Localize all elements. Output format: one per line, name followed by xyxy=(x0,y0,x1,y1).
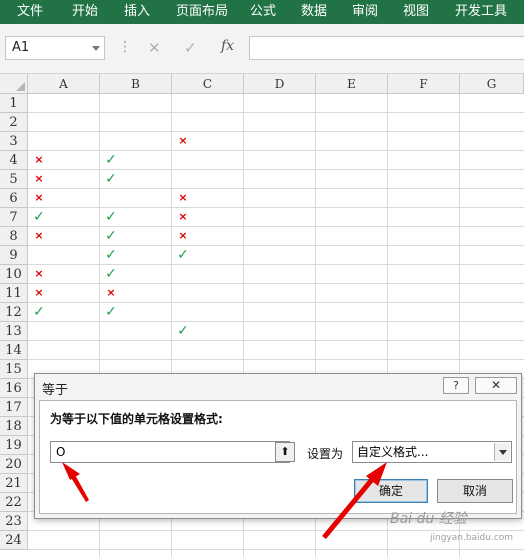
tab-home[interactable]: 开始 xyxy=(72,0,98,24)
select-all-corner[interactable] xyxy=(0,74,28,94)
row-header[interactable]: 14 xyxy=(0,341,28,360)
dialog-prompt: 为等于以下值的单元格设置格式: xyxy=(50,412,223,426)
column-header-b[interactable]: B xyxy=(100,74,172,94)
row-header[interactable]: 8 xyxy=(0,227,28,246)
dialog-title: 等于 xyxy=(42,383,69,398)
column-header-e[interactable]: E xyxy=(316,74,388,94)
row-header[interactable]: 4 xyxy=(0,151,28,170)
name-box[interactable]: A1 xyxy=(5,36,105,60)
dialog-body: 为等于以下值的单元格设置格式: O ⬆ 设置为 自定义格式... 确定 取消 xyxy=(39,400,517,514)
check-mark-icon: ✓ xyxy=(177,247,189,263)
row-header[interactable]: 11 xyxy=(0,284,28,303)
formula-input[interactable] xyxy=(249,36,524,60)
tab-file[interactable]: 文件 xyxy=(17,0,43,24)
cross-mark-icon: × xyxy=(34,191,44,204)
ribbon-tab-bar: 文件 开始 插入 页面布局 公式 数据 审阅 视图 开发工具 xyxy=(0,0,524,24)
check-mark-icon: ✓ xyxy=(105,152,117,168)
column-header-d[interactable]: D xyxy=(244,74,316,94)
row-header[interactable]: 24 xyxy=(0,531,28,550)
check-mark-icon: ✓ xyxy=(105,228,117,244)
row-header[interactable]: 20 xyxy=(0,455,28,474)
tab-formulas[interactable]: 公式 xyxy=(250,0,276,24)
formula-bar: A1 ⋮ ✕ ✓ fx xyxy=(0,24,524,74)
row-header[interactable]: 10 xyxy=(0,265,28,284)
chevron-down-icon[interactable] xyxy=(92,46,100,51)
close-button[interactable]: ✕ xyxy=(475,377,517,394)
set-as-label: 设置为 xyxy=(307,447,344,461)
row-header[interactable]: 2 xyxy=(0,113,28,132)
row-header[interactable]: 21 xyxy=(0,474,28,493)
chevron-down-icon[interactable] xyxy=(494,443,510,461)
format-select[interactable]: 自定义格式... xyxy=(352,441,512,463)
equal-to-dialog: 等于 ? ✕ 为等于以下值的单元格设置格式: O ⬆ 设置为 自定义格式... … xyxy=(34,373,522,519)
drag-handle-icon[interactable]: ⋮ xyxy=(118,38,132,56)
row-header[interactable]: 15 xyxy=(0,360,28,379)
cancel-icon[interactable]: ✕ xyxy=(148,39,161,57)
range-picker-icon[interactable]: ⬆ xyxy=(275,442,295,462)
check-mark-icon: ✓ xyxy=(33,209,45,225)
cross-mark-icon: × xyxy=(34,267,44,280)
insert-function-icon[interactable]: fx xyxy=(221,38,234,54)
column-header-c[interactable]: C xyxy=(172,74,244,94)
cancel-button[interactable]: 取消 xyxy=(437,479,513,503)
check-mark-icon: ✓ xyxy=(105,266,117,282)
tab-data[interactable]: 数据 xyxy=(301,0,327,24)
cross-mark-icon: × xyxy=(34,286,44,299)
check-mark-icon: ✓ xyxy=(33,304,45,320)
tab-developer[interactable]: 开发工具 xyxy=(455,0,507,24)
check-mark-icon: ✓ xyxy=(177,323,189,339)
tab-page-layout[interactable]: 页面布局 xyxy=(176,0,228,24)
row-header[interactable]: 23 xyxy=(0,512,28,531)
row-header[interactable]: 18 xyxy=(0,417,28,436)
cross-mark-icon: × xyxy=(34,153,44,166)
row-header[interactable]: 3 xyxy=(0,132,28,151)
row-header[interactable]: 7 xyxy=(0,208,28,227)
ok-button[interactable]: 确定 xyxy=(354,479,428,503)
check-mark-icon: ✓ xyxy=(105,209,117,225)
watermark-logo: Bai du 经验 xyxy=(390,511,467,527)
check-mark-icon: ✓ xyxy=(105,304,117,320)
row-header[interactable]: 22 xyxy=(0,493,28,512)
row-header[interactable]: 1 xyxy=(0,94,28,113)
value-input[interactable]: O xyxy=(50,441,290,463)
column-header-f[interactable]: F xyxy=(388,74,460,94)
cross-mark-icon: × xyxy=(178,191,188,204)
cross-mark-icon: × xyxy=(178,210,188,223)
row-header[interactable]: 19 xyxy=(0,436,28,455)
help-button[interactable]: ? xyxy=(443,377,469,394)
row-header[interactable]: 6 xyxy=(0,189,28,208)
tab-insert[interactable]: 插入 xyxy=(124,0,150,24)
column-header-a[interactable]: A xyxy=(28,74,100,94)
tab-view[interactable]: 视图 xyxy=(403,0,429,24)
row-header[interactable]: 17 xyxy=(0,398,28,417)
check-mark-icon: ✓ xyxy=(105,247,117,263)
check-mark-icon: ✓ xyxy=(105,171,117,187)
cross-mark-icon: × xyxy=(34,172,44,185)
enter-icon[interactable]: ✓ xyxy=(184,39,197,57)
cross-mark-icon: × xyxy=(178,134,188,147)
cross-mark-icon: × xyxy=(106,286,116,299)
cross-mark-icon: × xyxy=(178,229,188,242)
row-header[interactable]: 13 xyxy=(0,322,28,341)
row-header[interactable]: 16 xyxy=(0,379,28,398)
cross-mark-icon: × xyxy=(34,229,44,242)
column-header-g[interactable]: G xyxy=(460,74,524,94)
row-header[interactable]: 9 xyxy=(0,246,28,265)
watermark-url: jingyan.baidu.com xyxy=(430,533,514,543)
name-box-value: A1 xyxy=(12,40,30,55)
format-select-value: 自定义格式... xyxy=(357,445,429,459)
tab-review[interactable]: 审阅 xyxy=(352,0,378,24)
row-header[interactable]: 12 xyxy=(0,303,28,322)
row-header[interactable]: 5 xyxy=(0,170,28,189)
triangle-icon xyxy=(16,82,25,91)
